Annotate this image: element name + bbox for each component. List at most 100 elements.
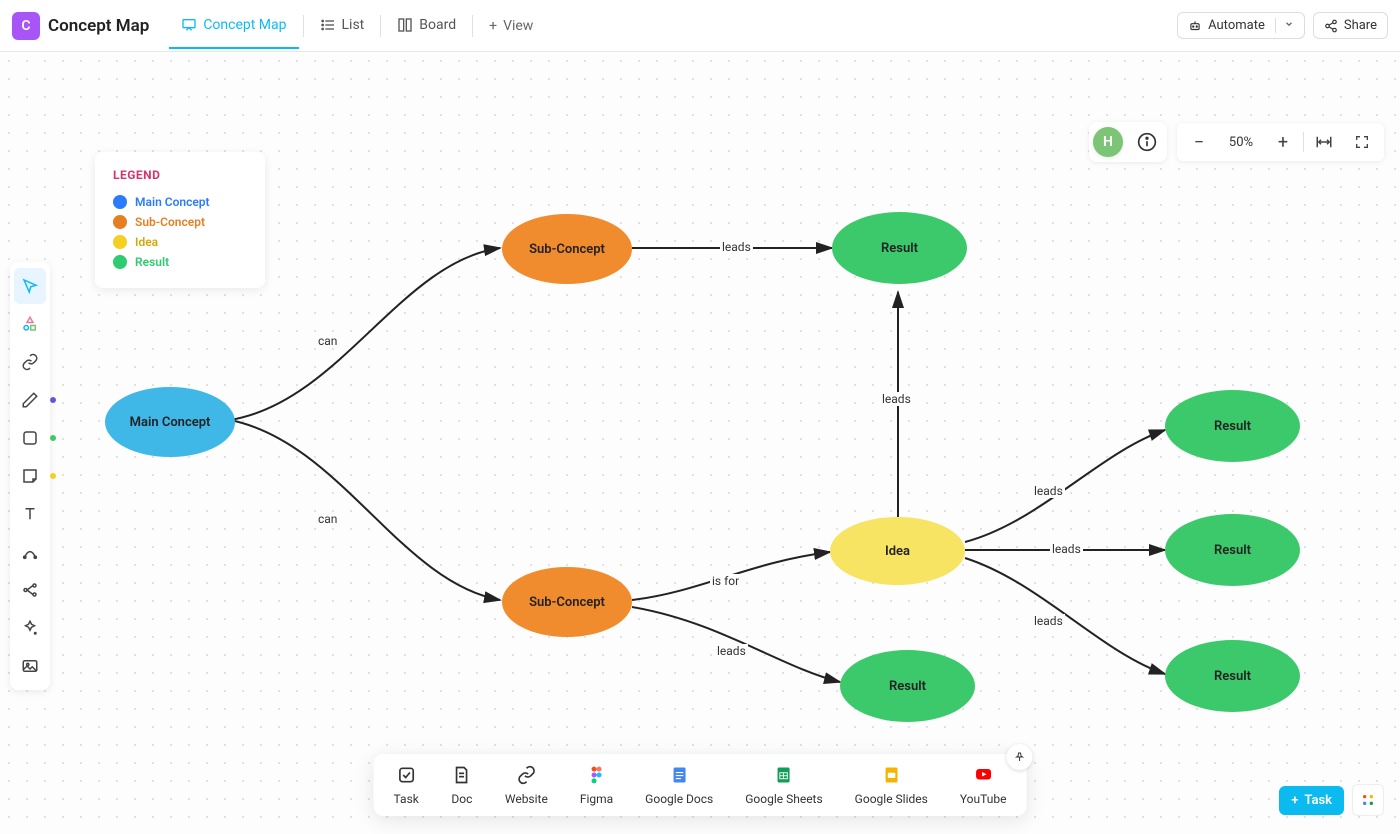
dock-label: Google Sheets [745, 792, 822, 806]
whiteboard-icon [181, 17, 197, 33]
dock-google-slides[interactable]: Google Slides [855, 764, 928, 806]
legend-row: Sub-Concept [113, 212, 247, 232]
edge-label: can [316, 512, 339, 526]
tool-rectangle[interactable] [14, 420, 46, 456]
legend-card[interactable]: LEGEND Main Concept Sub-Concept Idea Res… [95, 152, 265, 288]
tab-label: Concept Map [203, 17, 286, 33]
fit-width-icon [1315, 133, 1333, 151]
node-sub-concept[interactable]: Sub-Concept [502, 214, 632, 284]
pin-dock-button[interactable] [1006, 744, 1032, 770]
dock-doc[interactable]: Doc [451, 764, 473, 806]
figma-icon [586, 764, 608, 786]
legend-row: Result [113, 252, 247, 272]
node-result[interactable]: Result [1165, 514, 1300, 586]
create-task-button[interactable]: + Task [1279, 786, 1344, 815]
user-avatar[interactable]: H [1093, 127, 1123, 157]
tab-board[interactable]: Board [385, 3, 468, 49]
dock-figma[interactable]: Figma [580, 764, 613, 806]
share-icon [1324, 19, 1338, 33]
pin-icon [1013, 751, 1025, 763]
divider [380, 15, 381, 37]
link-icon [515, 764, 537, 786]
dock-task[interactable]: Task [394, 764, 419, 806]
tool-text[interactable] [14, 496, 46, 532]
legend-title: LEGEND [113, 168, 247, 182]
dock-label: Task [394, 792, 419, 806]
dock-youtube[interactable]: YouTube [960, 764, 1007, 806]
edge-label: leads [715, 644, 748, 658]
legend-label: Sub-Concept [135, 215, 205, 229]
view-tabs: Concept Map List Board + View [169, 3, 545, 49]
node-label: Result [1214, 543, 1251, 558]
legend-label: Result [135, 255, 169, 269]
zoom-in-button[interactable]: + [1265, 127, 1301, 157]
tool-connector[interactable] [14, 534, 46, 570]
dock-website[interactable]: Website [505, 764, 548, 806]
node-label: Idea [885, 544, 910, 559]
edge-label: leads [1050, 542, 1083, 556]
node-main-concept[interactable]: Main Concept [105, 387, 235, 457]
legend-dot-icon [113, 195, 127, 209]
tool-link[interactable] [14, 344, 46, 380]
board-icon [397, 17, 413, 33]
dock-label: Google Docs [645, 792, 713, 806]
zoom-out-button[interactable]: − [1181, 127, 1217, 157]
canvas[interactable]: can can leads is for leads leads leads l… [0, 52, 1400, 834]
node-result[interactable]: Result [832, 212, 967, 284]
node-result[interactable]: Result [840, 650, 975, 722]
dock-label: Website [505, 792, 548, 806]
add-view-label: View [503, 18, 533, 34]
tool-mindmap[interactable] [14, 572, 46, 608]
dock-label: Google Slides [855, 792, 928, 806]
plus-icon: + [489, 18, 497, 34]
apps-button[interactable] [1352, 784, 1384, 816]
zoom-value: 50% [1219, 135, 1263, 150]
tab-list[interactable]: List [308, 3, 377, 49]
zoom-controls: − 50% + [1177, 123, 1384, 161]
tool-ai[interactable] [14, 610, 46, 646]
plus-icon: + [1291, 793, 1298, 808]
google-sheets-icon [773, 764, 795, 786]
tool-pen[interactable] [14, 382, 46, 418]
node-idea[interactable]: Idea [830, 517, 965, 585]
node-label: Main Concept [130, 415, 211, 430]
task-icon [395, 764, 417, 786]
fullscreen-button[interactable] [1344, 127, 1380, 157]
add-view-button[interactable]: + View [477, 10, 545, 42]
node-result[interactable]: Result [1165, 390, 1300, 462]
task-button-label: Task [1304, 793, 1332, 808]
tab-concept-map[interactable]: Concept Map [169, 3, 298, 49]
automate-button[interactable]: Automate [1177, 12, 1305, 39]
bottom-right-actions: + Task [1279, 784, 1384, 816]
tool-image[interactable] [14, 648, 46, 684]
node-result[interactable]: Result [1165, 640, 1300, 712]
youtube-icon [972, 764, 994, 786]
node-label: Sub-Concept [529, 242, 605, 257]
dock-label: Doc [451, 792, 472, 806]
node-sub-concept[interactable]: Sub-Concept [502, 567, 632, 637]
node-label: Result [1214, 669, 1251, 684]
share-button[interactable]: Share [1313, 12, 1388, 39]
edge-label: leads [720, 240, 753, 254]
fit-width-button[interactable] [1306, 127, 1342, 157]
tab-label: Board [419, 17, 456, 33]
info-icon [1137, 132, 1157, 152]
tool-shapes[interactable] [14, 306, 46, 342]
legend-dot-icon [113, 215, 127, 229]
edge-label: can [316, 334, 339, 348]
chevron-down-icon [1275, 18, 1294, 33]
info-button[interactable] [1131, 126, 1163, 158]
share-label: Share [1344, 18, 1377, 33]
dock-google-sheets[interactable]: Google Sheets [745, 764, 822, 806]
tool-select[interactable] [14, 268, 46, 304]
legend-dot-icon [113, 235, 127, 249]
legend-label: Main Concept [135, 195, 210, 209]
node-label: Result [881, 241, 918, 256]
tool-sticky-note[interactable] [14, 458, 46, 494]
insert-dock: Task Doc Website Figma Google Docs Googl… [374, 754, 1027, 816]
list-icon [320, 17, 336, 33]
dock-google-docs[interactable]: Google Docs [645, 764, 713, 806]
app-icon: C [12, 12, 40, 40]
tab-label: List [342, 17, 365, 33]
dock-label: Figma [580, 792, 613, 806]
